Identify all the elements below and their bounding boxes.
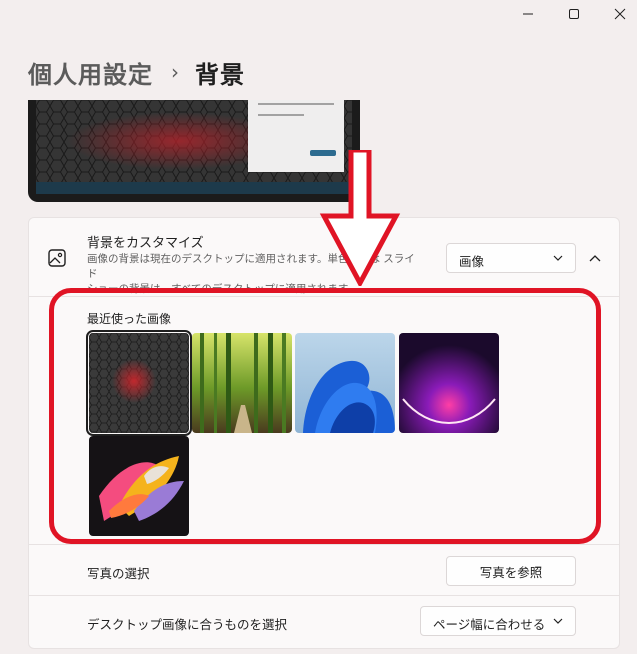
minimize-icon bbox=[523, 13, 533, 15]
chevron-down-icon bbox=[553, 618, 563, 624]
background-type-value: 画像 bbox=[459, 254, 485, 269]
fit-choice-label: デスクトップ画像に合うものを選択 bbox=[87, 617, 288, 632]
customize-background-title: 背景をカスタマイズ bbox=[87, 236, 204, 251]
image-icon bbox=[47, 248, 67, 268]
minimize-button[interactable] bbox=[505, 0, 551, 28]
title-bar bbox=[0, 0, 637, 28]
breadcrumb-separator: › bbox=[171, 60, 179, 84]
annotation-down-arrow bbox=[319, 150, 401, 286]
divider bbox=[29, 544, 619, 545]
chevron-down-icon bbox=[553, 255, 563, 261]
maximize-icon bbox=[569, 9, 579, 19]
choose-photo-label: 写真の選択 bbox=[87, 566, 150, 581]
fit-dropdown[interactable]: ページ幅に合わせる bbox=[420, 606, 576, 636]
browse-photos-button[interactable]: 写真を参照 bbox=[446, 556, 576, 586]
close-button[interactable] bbox=[597, 0, 637, 28]
annotation-highlight-box bbox=[49, 288, 601, 544]
background-type-dropdown[interactable]: 画像 bbox=[446, 243, 576, 273]
breadcrumb: 個人用設定 › 背景 bbox=[28, 52, 245, 92]
fit-dropdown-value: ページ幅に合わせる bbox=[433, 617, 546, 632]
page-title: 背景 bbox=[195, 60, 245, 89]
chevron-up-icon bbox=[589, 255, 601, 262]
divider bbox=[29, 595, 619, 596]
close-icon bbox=[614, 8, 626, 20]
breadcrumb-parent[interactable]: 個人用設定 bbox=[28, 55, 153, 90]
collapse-button[interactable] bbox=[583, 246, 607, 270]
maximize-button[interactable] bbox=[551, 0, 597, 28]
